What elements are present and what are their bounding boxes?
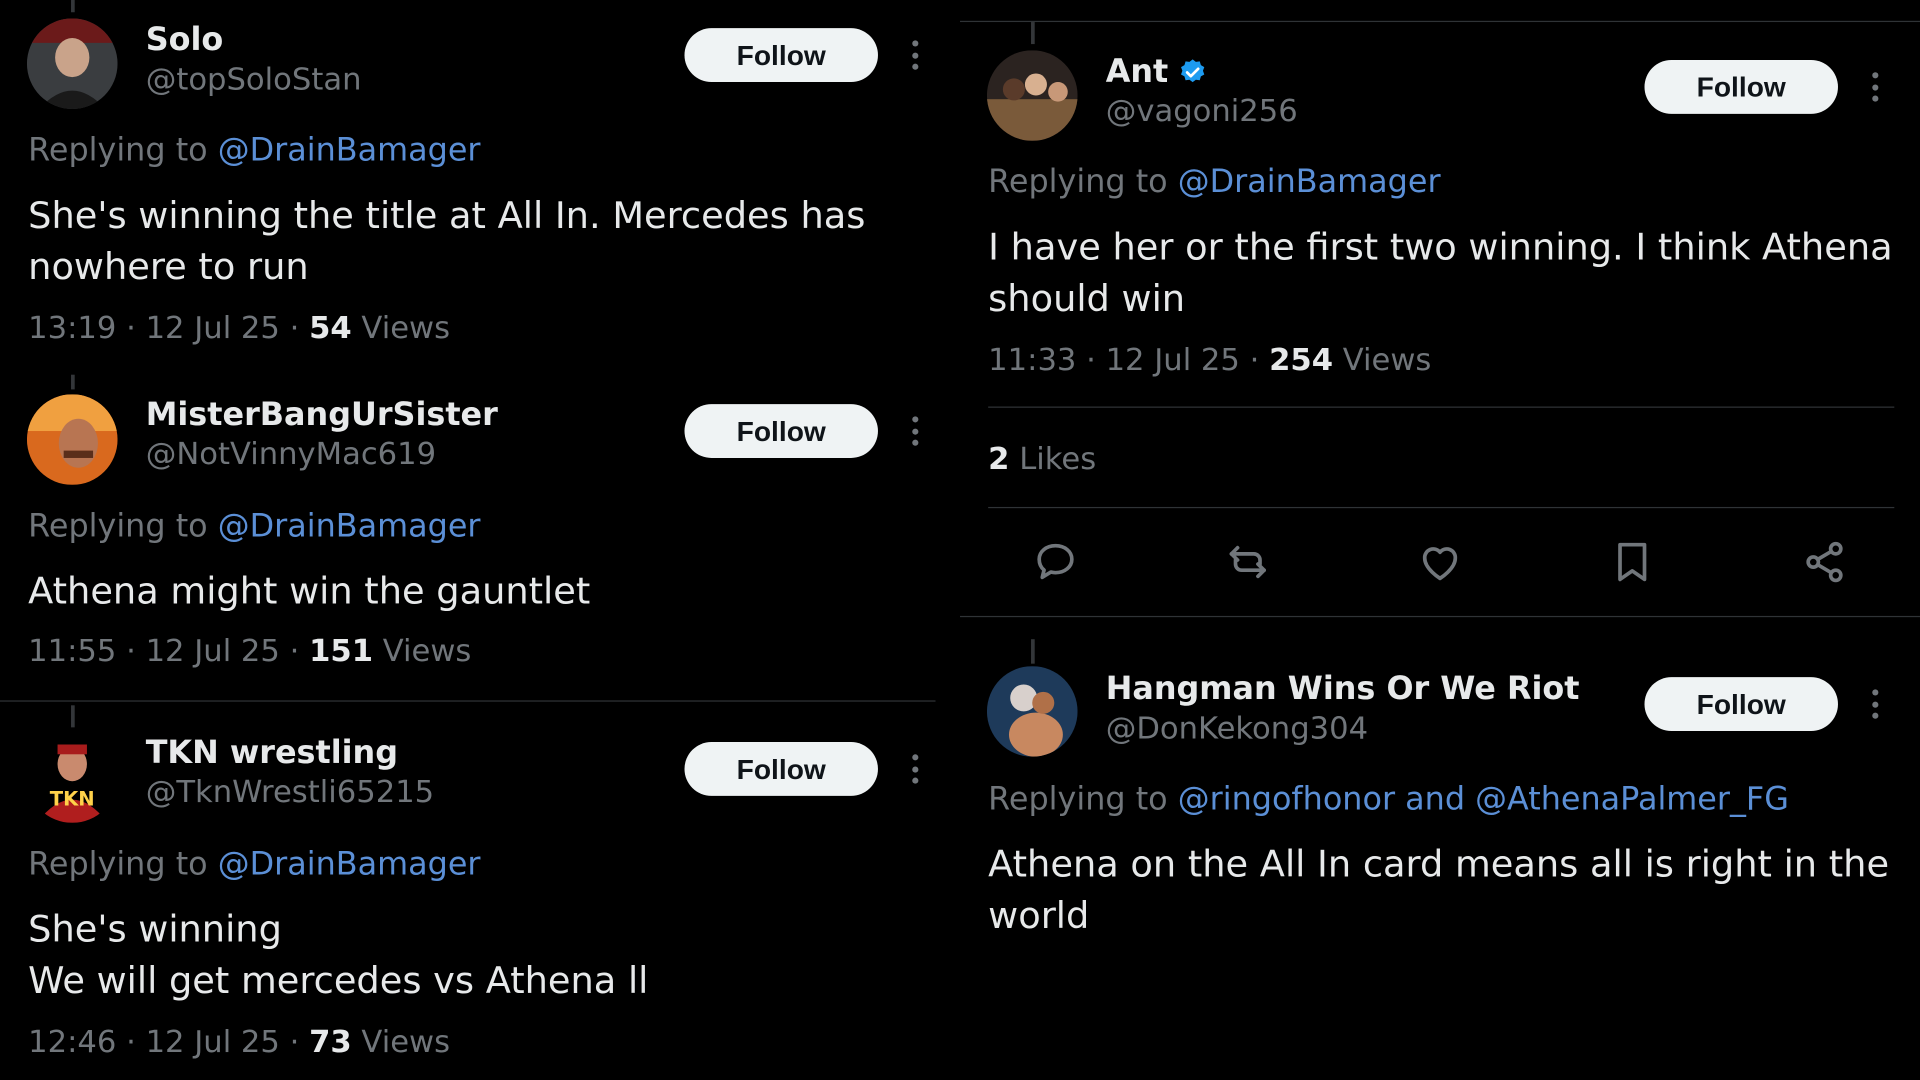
avatar[interactable]: [986, 666, 1078, 757]
tweet-text: I have her or the first two winning. I t…: [988, 223, 1894, 326]
tweet-text: She's winning We will get mercedes vs At…: [28, 905, 934, 1008]
more-options-icon[interactable]: [902, 38, 926, 72]
timestamp[interactable]: 12:46 · 12 Jul 25 ·: [28, 1024, 309, 1060]
follow-button[interactable]: Follow: [684, 404, 878, 458]
tweet-text-line: should win: [988, 277, 1186, 321]
tweet-text-line: She's winning: [28, 908, 282, 952]
replying-to: Replying to @DrainBamager: [28, 508, 480, 545]
views-label: Views: [351, 1023, 451, 1060]
reply-tweet[interactable]: TKN TKN wrestling @TknWrestli65215 Follo…: [0, 705, 960, 1080]
views-label: Views: [1333, 341, 1432, 378]
tweet-meta: 11:33 · 12 Jul 25 · 254 Views: [988, 342, 1431, 378]
likes-summary[interactable]: 2 Likes: [988, 441, 1096, 477]
user-handle[interactable]: @topSoloStan: [146, 61, 362, 97]
verified-badge-icon: [1181, 59, 1205, 83]
screenshot-stage: Solo @topSoloStan Follow Replying to @Dr…: [0, 0, 1920, 1080]
views-count: 151: [309, 633, 373, 669]
replying-to: Replying to @DrainBamager: [28, 132, 480, 169]
mention-link[interactable]: @DrainBamager: [218, 846, 481, 883]
share-icon[interactable]: [1800, 538, 1849, 587]
follow-button[interactable]: Follow: [1644, 60, 1838, 114]
display-name[interactable]: TKN wrestling: [146, 735, 398, 772]
replying-to: Replying to @DrainBamager: [988, 164, 1440, 201]
avatar[interactable]: [986, 50, 1078, 141]
tweet-meta: 11:55 · 12 Jul 25 · 151 Views: [28, 633, 471, 669]
reply-tweet[interactable]: Solo @topSoloStan Follow Replying to @Dr…: [0, 0, 960, 355]
mention-link[interactable]: @ringofhonor and @AthenaPalmer_FG: [1178, 781, 1789, 818]
more-options-icon[interactable]: [1862, 687, 1886, 721]
tweet-text-line: nowhere to run: [28, 246, 309, 289]
avatar[interactable]: [26, 394, 118, 485]
reply-tweet[interactable]: Hangman Wins Or We Riot @DonKekong304 Fo…: [960, 639, 1920, 1080]
views-label: Views: [372, 633, 472, 669]
tweet-text-line: Athena on the All In card means all is r…: [988, 843, 1890, 887]
left-column: Solo @topSoloStan Follow Replying to @Dr…: [0, 0, 960, 1080]
tweet-text-line: Athena might win the gauntlet: [28, 570, 591, 614]
follow-button[interactable]: Follow: [1644, 677, 1838, 732]
display-name[interactable]: Ant: [1106, 54, 1208, 91]
thread-line: [71, 0, 75, 13]
tweet-text-line: We will get mercedes vs Athena ll: [28, 960, 649, 1003]
user-handle[interactable]: @TknWrestli65215: [146, 774, 434, 810]
divider: [988, 406, 1895, 408]
views-count: 73: [309, 1023, 352, 1060]
thread-line: [71, 705, 75, 728]
tweet-text-line: I have her or the first two winning. I t…: [988, 226, 1893, 270]
views-count: 54: [309, 309, 352, 346]
tweet-text-line: She's winning the title at All In. Merce…: [28, 194, 866, 238]
views-label: Views: [351, 309, 451, 346]
more-options-icon[interactable]: [902, 752, 926, 786]
avatar[interactable]: TKN: [26, 732, 118, 823]
display-name[interactable]: Solo: [146, 22, 224, 59]
replying-label: Replying to: [988, 781, 1178, 818]
reply-icon[interactable]: [1031, 538, 1080, 587]
tweet-text: Athena might win the gauntlet: [28, 567, 934, 618]
reply-tweet[interactable]: MisterBangUrSister @NotVinnyMac619 Follo…: [0, 367, 960, 700]
divider: [0, 700, 936, 702]
tweet-meta: 12:46 · 12 Jul 25 · 73 Views: [28, 1024, 450, 1060]
replying-label: Replying to: [988, 164, 1178, 201]
replying-label: Replying to: [28, 846, 218, 883]
display-name[interactable]: MisterBangUrSister: [146, 397, 498, 434]
avatar[interactable]: [26, 18, 118, 109]
retweet-icon[interactable]: [1223, 538, 1272, 587]
tweet-text: She's winning the title at All In. Merce…: [28, 191, 934, 294]
more-options-icon[interactable]: [1862, 70, 1886, 104]
mention-link[interactable]: @DrainBamager: [218, 508, 481, 545]
replying-label: Replying to: [28, 508, 218, 545]
timestamp[interactable]: 11:55 · 12 Jul 25 ·: [28, 633, 309, 669]
tweet-meta: 13:19 · 12 Jul 25 · 54 Views: [28, 310, 450, 346]
mention-link[interactable]: @DrainBamager: [1178, 164, 1441, 201]
like-icon[interactable]: [1416, 538, 1465, 587]
display-name[interactable]: Hangman Wins Or We Riot: [1106, 671, 1580, 708]
follow-button[interactable]: Follow: [684, 28, 878, 83]
tweet-text-line: world: [988, 895, 1090, 938]
tweet-text: Athena on the All In card means all is r…: [988, 840, 1894, 943]
thread-line: [1031, 22, 1035, 45]
more-options-icon[interactable]: [902, 414, 926, 448]
likes-label: Likes: [1009, 440, 1097, 477]
follow-button[interactable]: Follow: [684, 742, 878, 796]
right-column: Ant @vagoni256 Follow Replying to @Drain…: [960, 0, 1920, 1080]
thread-line: [1031, 639, 1035, 664]
bookmark-icon[interactable]: [1608, 538, 1657, 587]
avatar-logo-text: TKN: [50, 788, 95, 811]
divider: [960, 615, 1920, 618]
user-handle[interactable]: @vagoni256: [1106, 93, 1298, 129]
user-handle[interactable]: @NotVinnyMac619: [146, 436, 436, 472]
replying-to: Replying to @DrainBamager: [28, 846, 480, 883]
divider: [988, 506, 1895, 509]
focused-tweet[interactable]: Ant @vagoni256 Follow Replying to @Drain…: [960, 22, 1920, 620]
user-handle[interactable]: @DonKekong304: [1106, 710, 1368, 746]
mention-link[interactable]: @DrainBamager: [218, 132, 481, 169]
timestamp[interactable]: 13:19 · 12 Jul 25 ·: [28, 310, 309, 346]
likes-count: 2: [988, 440, 1010, 477]
thread-line: [71, 374, 75, 390]
views-count: 254: [1269, 341, 1334, 378]
replying-label: Replying to: [28, 132, 218, 169]
timestamp[interactable]: 11:33 · 12 Jul 25 ·: [988, 342, 1269, 378]
replying-to: Replying to @ringofhonor and @AthenaPalm…: [988, 781, 1789, 818]
